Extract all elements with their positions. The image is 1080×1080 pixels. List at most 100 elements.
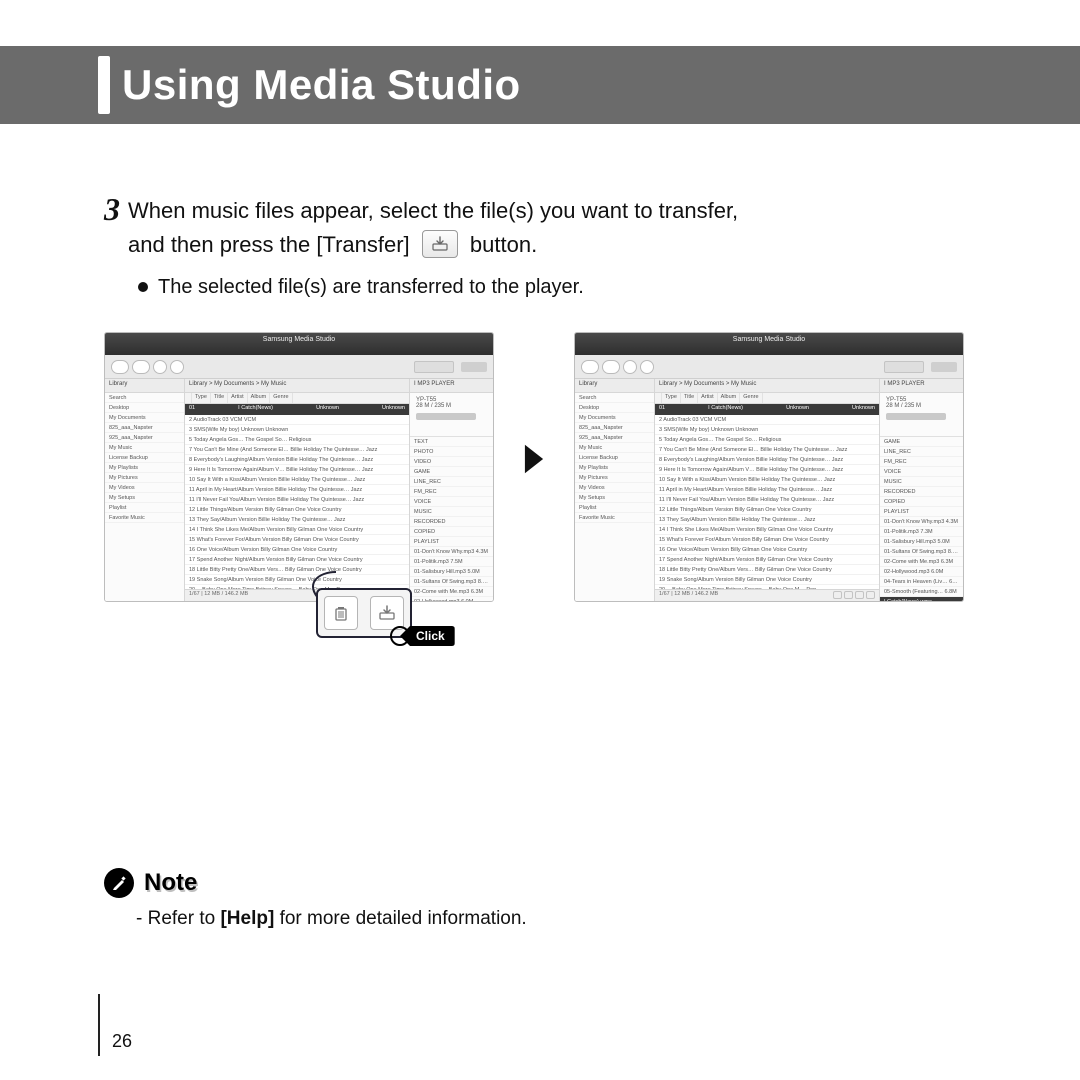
tree-item: Desktop <box>105 403 184 413</box>
left-header: Library <box>575 379 654 393</box>
header-accent <box>98 56 110 114</box>
track-row: 17 Spend Another Night/Album Version Bil… <box>655 555 879 565</box>
capacity-bar <box>886 413 946 420</box>
transfer-icon <box>370 596 404 630</box>
breadcrumb: Library > My Documents > My Music <box>655 379 879 393</box>
sel-artist: Unknown <box>786 405 809 414</box>
toolbar <box>105 355 493 379</box>
tree-item: My Videos <box>575 483 654 493</box>
right-folder: MUSIC <box>410 507 493 517</box>
right-folder: MUSIC <box>880 477 963 487</box>
note-text-pre: - Refer to <box>136 908 220 929</box>
tree-item: My Music <box>575 443 654 453</box>
sel-num: 01 <box>659 405 665 414</box>
right-folder: GAME <box>410 467 493 477</box>
device-capacity: 28 M / 235 M <box>886 403 957 409</box>
sel-title: I Catch(News) <box>708 405 743 414</box>
right-file: 02-Come with Me.mp3 6.3M <box>410 587 493 597</box>
sel-album: Unknown <box>382 405 405 414</box>
right-folder: FM_REC <box>410 487 493 497</box>
tree-item: 925_aaa_Napster <box>105 433 184 443</box>
track-row: 15 What's Forever For/Album Version Bill… <box>655 535 879 545</box>
toolbar-artist-box <box>414 361 454 373</box>
tree-item: 925_aaa_Napster <box>575 433 654 443</box>
track-row: 13 They Say/Album Version Billie Holiday… <box>655 515 879 525</box>
track-row: 12 Little Things/Album Version Billy Gil… <box>655 505 879 515</box>
page-number: 26 <box>112 1031 132 1052</box>
capacity-bar <box>416 413 476 420</box>
device-block: YP-T55 28 M / 235 M <box>880 393 963 437</box>
screenshot-after: Samsung Media Studio Library Search Desk… <box>574 332 964 602</box>
sel-title: I Catch(News) <box>238 405 273 414</box>
rsel-name: I Catch(News).wma <box>884 599 932 603</box>
page-rule <box>98 994 100 1056</box>
right-file: 01-Politik.mp3 7.3M <box>880 527 963 537</box>
tree-item: Playlist <box>105 503 184 513</box>
footer-icons <box>831 591 875 600</box>
selected-track: 01 I Catch(News) Unknown Unknown <box>185 404 409 415</box>
right-folder: COPIED <box>410 527 493 537</box>
right-file: 04-Tears in Heaven (Liv… 6.0M <box>880 577 963 587</box>
right-panel: I MP3 PLAYER YP-T55 28 M / 235 M TEXTPHO… <box>409 379 493 601</box>
track-row: 12 Little Things/Album Version Billy Gil… <box>185 505 409 515</box>
toolbar-artist-box <box>884 361 924 373</box>
track-row: 17 Spend Another Night/Album Version Bil… <box>185 555 409 565</box>
toolbar-min-box <box>461 362 487 372</box>
left-panel: Library Search DesktopMy Documents825_aa… <box>575 379 655 601</box>
track-row: 11 I'll Never Fail You/Album Version Bil… <box>185 495 409 505</box>
right-file: 01-Salisbury Hill.mp3 5.0M <box>880 537 963 547</box>
track-row: 14 I Think She Likes Me/Album Version Bi… <box>655 525 879 535</box>
track-row: 3 SMS(Wife My boy) Unknown Unknown <box>655 425 879 435</box>
track-row: 11 April in My Heart/Album Version Billi… <box>185 485 409 495</box>
right-folder: PHOTO <box>410 447 493 457</box>
track-row: 8 Everybody's Laughing/Album Version Bil… <box>185 455 409 465</box>
device-capacity: 28 M / 235 M <box>416 403 487 409</box>
note-icon <box>104 868 134 898</box>
step-line2-pre: and then press the [Transfer] <box>128 232 410 257</box>
bullet-text: The selected file(s) are transferred to … <box>158 276 584 298</box>
right-file: 01-Politik.mp3 7.5M <box>410 557 493 567</box>
right-folder: COPIED <box>880 497 963 507</box>
selected-track: 01 I Catch(News) Unknown Unknown <box>655 404 879 415</box>
page-header: Using Media Studio <box>0 46 1080 124</box>
tree-item: My Videos <box>105 483 184 493</box>
track-row: 19 Snake Song/Album Version Billy Gilman… <box>655 575 879 585</box>
track-row: 13 They Say/Album Version Billie Holiday… <box>185 515 409 525</box>
footer-status: 1/67 | 12 MB / 146.2 MB <box>659 591 718 600</box>
tree-item: My Documents <box>575 413 654 423</box>
right-file: 01-Don't Know Why.mp3 4.3M <box>880 517 963 527</box>
right-folder: RECORDED <box>410 517 493 527</box>
tree-item: Favorite Music <box>575 513 654 523</box>
tree-item: My Setups <box>105 493 184 503</box>
arrow-icon <box>494 442 574 476</box>
tree-item: 825_aaa_Napster <box>105 423 184 433</box>
track-row: 7 You Can't Be Mine (And Someone El… Bil… <box>655 445 879 455</box>
bullet-icon <box>138 282 148 292</box>
right-folder: RECORDED <box>880 487 963 497</box>
track-row: 18 Little Bitty Pretty One/Album Vers… B… <box>655 565 879 575</box>
track-row: 5 Today Angela Gos… The Gospel So… Relig… <box>655 435 879 445</box>
right-folder: LINE_REC <box>880 447 963 457</box>
toolbar <box>575 355 963 379</box>
right-folder: VOICE <box>880 467 963 477</box>
note-block: Note Note - Refer to [Help] for more det… <box>104 868 527 930</box>
track-row: 8 Everybody's Laughing/Album Version Bil… <box>655 455 879 465</box>
sel-album: Unknown <box>852 405 875 414</box>
click-badge: Click <box>400 626 455 646</box>
tree-item: My Playlists <box>105 463 184 473</box>
track-row: 16 One Voice/Album Version Billy Gilman … <box>185 545 409 555</box>
track-row: 10 Say It With a Kiss/Album Version Bill… <box>185 475 409 485</box>
mid-columns: TypeTitleArtistAlbumGenre <box>655 393 879 404</box>
tree-item: My Pictures <box>575 473 654 483</box>
screenshot-before: Samsung Media Studio Library Search Desk… <box>104 332 494 602</box>
right-file: 01-Sultans Of Swing.mp3 8.0M <box>880 547 963 557</box>
toolbar-round <box>640 360 654 374</box>
toolbar-round <box>623 360 637 374</box>
mid-panel: Library > My Documents > My Music TypeTi… <box>655 379 879 601</box>
step-line1: When music files appear, select the file… <box>128 198 738 223</box>
left-header: Library <box>105 379 184 393</box>
tree-item: Playlist <box>575 503 654 513</box>
tree-item: Favorite Music <box>105 513 184 523</box>
tree-item: My Playlists <box>575 463 654 473</box>
tree-item: My Pictures <box>105 473 184 483</box>
